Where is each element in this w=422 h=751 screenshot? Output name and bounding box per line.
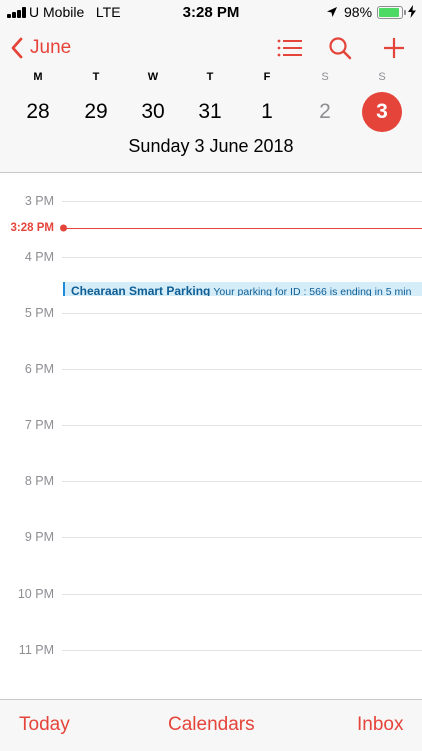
list-icon[interactable] [276,36,302,60]
chevron-left-icon [11,37,23,59]
day-cell-mon[interactable]: M 28 [16,70,60,132]
day-cell-sat[interactable]: S2 [303,70,347,132]
hour-line [62,650,422,651]
day-cell-thu[interactable]: T 31 [188,70,232,132]
back-label: June [30,37,72,58]
hour-label-7pm: 7 PM [24,418,54,432]
hour-line [62,481,422,482]
inbox-button[interactable]: Inbox [357,714,403,736]
calendars-button[interactable]: Calendars [168,714,255,736]
hour-label-9pm: 9 PM [24,530,54,544]
hour-label-3pm: 3 PM [24,194,54,208]
hour-line [62,594,422,595]
battery-icon [377,6,406,19]
back-to-month-button[interactable]: June [10,36,71,60]
search-icon[interactable] [328,36,354,60]
today-button[interactable]: Today [19,714,70,736]
day-cell-wed[interactable]: W 30 [131,70,175,132]
charging-bolt-icon [408,5,416,18]
hour-line [62,313,422,314]
current-time-line [63,228,422,229]
calendar-header: June M 28 T 29 W 30 T 31 F1 S2 S3 Sunday 3 J… [0,24,422,173]
event-title: Chearaan Smart Parking [71,284,211,296]
hour-label-11pm: 11 PM [18,643,54,657]
location-arrow-icon [327,7,337,17]
week-strip: M 28 T 29 W 30 T 31 F1 S2 S3 [0,70,422,132]
hour-line [62,537,422,538]
hour-label-10pm: 10 PM [17,587,54,601]
hour-label-4pm: 4 PM [24,250,54,264]
day-timeline[interactable]: 3 PM 3:28 PM 4 PM Chearaan Smart Parking… [0,172,422,699]
add-icon[interactable] [381,36,407,60]
hour-line [62,369,422,370]
status-bar: U Mobile LTE 3:28 PM 98% [0,0,422,24]
bottom-toolbar: Today Calendars Inbox [0,699,422,751]
hour-line [62,257,422,258]
hour-label-8pm: 8 PM [24,474,54,488]
current-time-label: 3:28 PM [10,222,54,234]
event-description: Your parking for ID : 566 is ending in 5… [213,286,412,296]
day-cell-sun-selected[interactable]: S3 [360,70,404,132]
battery-percent: 98% [344,4,373,20]
hour-line [62,425,422,426]
event-chearaan-smart-parking[interactable]: Chearaan Smart Parking Your parking for I… [63,282,422,296]
day-cell-tue[interactable]: T 29 [74,70,118,132]
hour-label-6pm: 6 PM [24,362,54,376]
selected-day-title: Sunday 3 June 2018 [128,136,294,156]
hour-label-5pm: 5 PM [24,306,54,320]
day-cell-fri[interactable]: F1 [245,70,289,132]
hour-line [62,201,422,202]
